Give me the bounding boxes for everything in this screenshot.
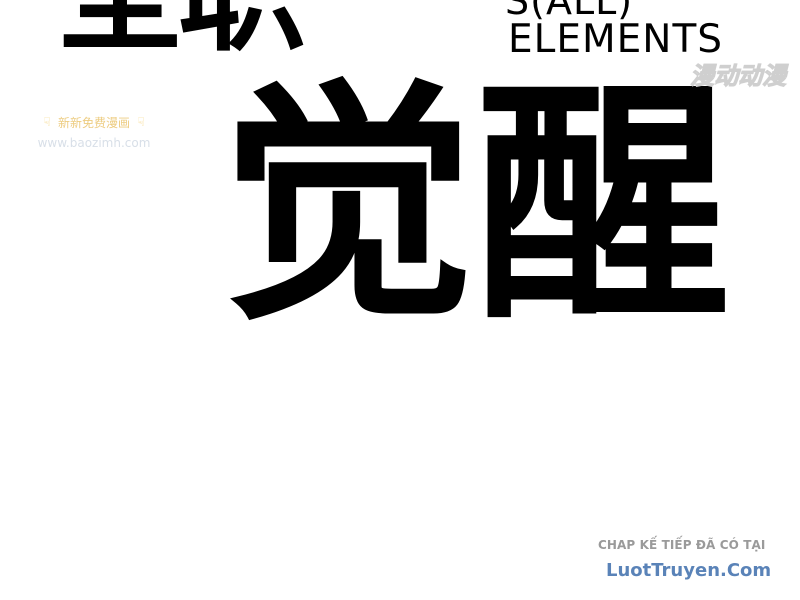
footer-link[interactable]: LuotTruyen.Com: [606, 560, 771, 581]
pointing-down-hand-icon: ☟: [137, 115, 145, 129]
watermark-left-url: www.baozimh.com: [37, 136, 151, 150]
footer-note: CHAP KẾ TIẾP ĐÃ CÓ TẠI: [598, 538, 766, 552]
watermark-left-text: 新新免费漫画: [57, 115, 130, 130]
title-top: 全职: [56, 0, 306, 58]
watermark-left: ☟ 新新免费漫画 ☟ www.baozimh.com: [14, 110, 174, 156]
watermark-top-right: 漫动动漫: [690, 62, 787, 91]
title-main: 觉醒: [220, 56, 731, 355]
subtitle-main: ELEMENTS: [508, 17, 724, 62]
watermark-left-line1: ☟ 新新免费漫画 ☟: [14, 110, 174, 134]
pointing-down-hand-icon: ☟: [43, 115, 51, 129]
